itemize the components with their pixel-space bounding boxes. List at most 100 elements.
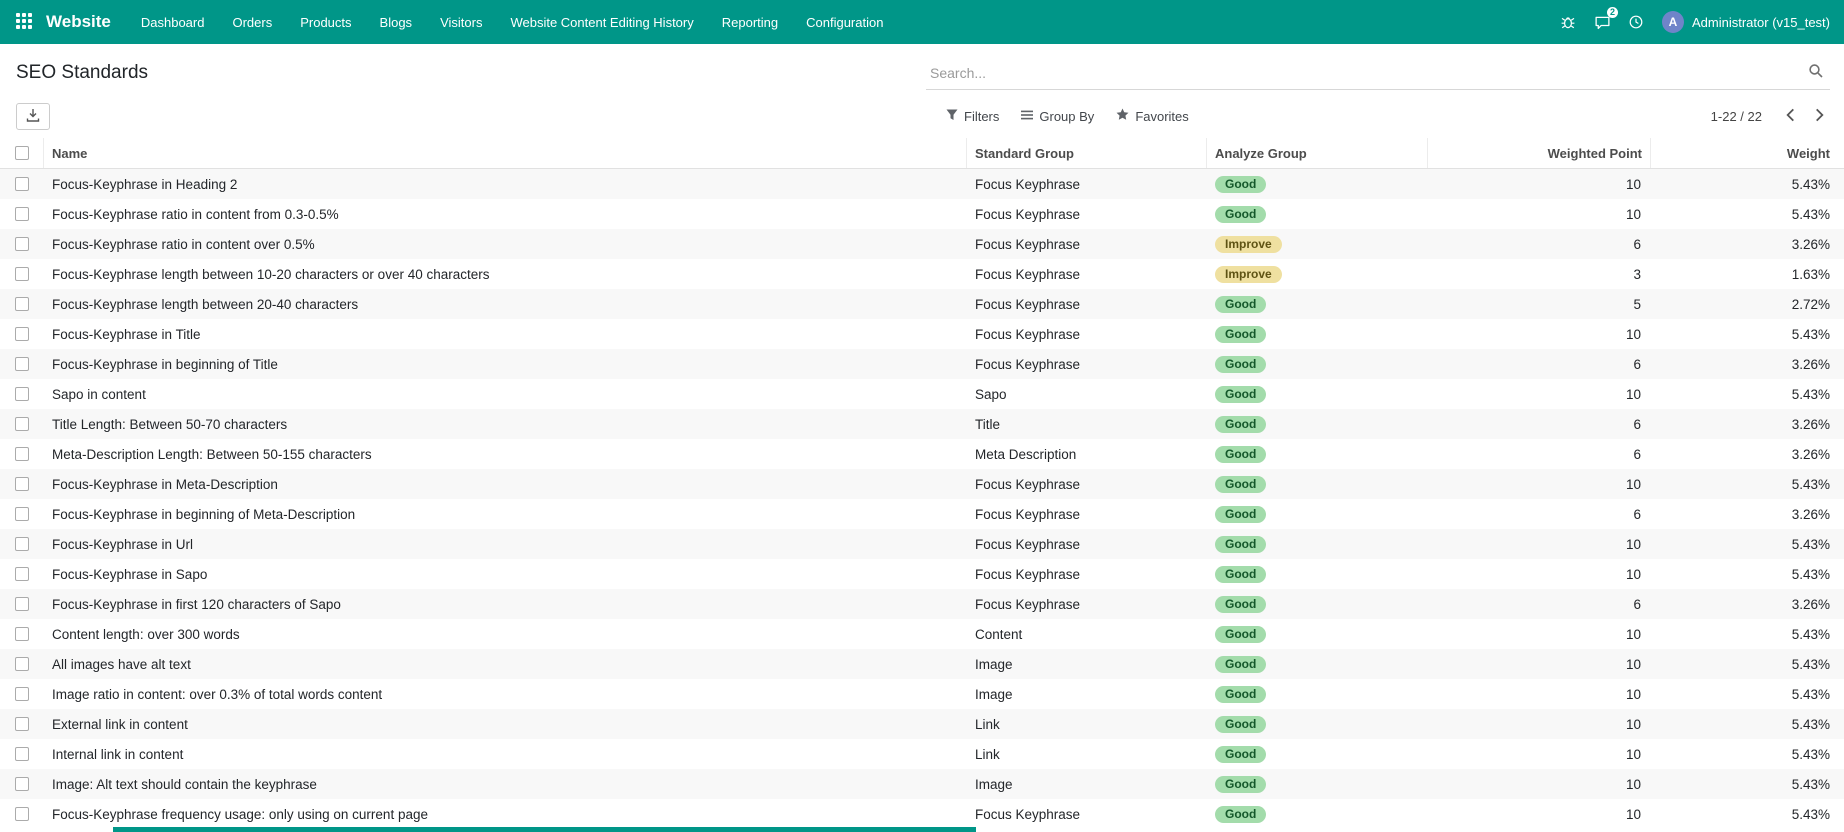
nav-item-reporting[interactable]: Reporting (708, 0, 792, 44)
table-row[interactable]: Content length: over 300 words Content G… (0, 619, 1844, 649)
group-by-bars-icon (1021, 109, 1034, 124)
export-button[interactable] (16, 102, 50, 130)
row-weight: 3.26% (1791, 236, 1830, 252)
apps-menu-icon[interactable] (16, 13, 34, 31)
user-menu[interactable]: A Administrator (v15_test) (1662, 11, 1830, 33)
row-weight: 3.26% (1791, 446, 1830, 462)
nav-item-products[interactable]: Products (286, 0, 365, 44)
column-header-standard-group[interactable]: Standard Group (967, 138, 1207, 168)
table-row[interactable]: Focus-Keyphrase length between 20-40 cha… (0, 289, 1844, 319)
row-checkbox[interactable] (15, 777, 29, 791)
row-checkbox[interactable] (15, 537, 29, 551)
row-standard-group: Meta Description (975, 446, 1077, 462)
message-count-badge: 2 (1606, 7, 1618, 18)
table-row[interactable]: Focus-Keyphrase length between 10-20 cha… (0, 259, 1844, 289)
table-row[interactable]: Sapo in content Sapo Good 10 5.43% (0, 379, 1844, 409)
row-checkbox[interactable] (15, 627, 29, 641)
row-weighted-point: 10 (1625, 686, 1641, 702)
navbar-systray: 2 A Administrator (v15_test) (1552, 0, 1830, 44)
column-header-weighted-point[interactable]: Weighted Point (1428, 138, 1651, 168)
nav-item-configuration[interactable]: Configuration (792, 0, 897, 44)
favorites-button[interactable]: Favorites (1106, 103, 1198, 129)
row-checkbox[interactable] (15, 747, 29, 761)
table-row[interactable]: All images have alt text Image Good 10 5… (0, 649, 1844, 679)
nav-item-orders[interactable]: Orders (218, 0, 286, 44)
table-row[interactable]: Focus-Keyphrase ratio in content over 0.… (0, 229, 1844, 259)
table-row[interactable]: Focus-Keyphrase in Heading 2 Focus Keyph… (0, 169, 1844, 199)
row-checkbox[interactable] (15, 267, 29, 281)
row-checkbox[interactable] (15, 477, 29, 491)
horizontal-scrollbar-thumb[interactable] (113, 827, 976, 832)
table-row[interactable]: Focus-Keyphrase in Title Focus Keyphrase… (0, 319, 1844, 349)
row-checkbox[interactable] (15, 177, 29, 191)
select-all-checkbox[interactable] (14, 146, 29, 160)
column-header-analyze-group[interactable]: Analyze Group (1207, 138, 1428, 168)
brand-website[interactable]: Website (46, 12, 111, 32)
activities-clock-icon[interactable] (1620, 0, 1652, 44)
row-weighted-point: 6 (1633, 506, 1641, 522)
row-checkbox[interactable] (15, 327, 29, 341)
row-checkbox[interactable] (15, 387, 29, 401)
row-checkbox[interactable] (15, 657, 29, 671)
debug-bug-icon[interactable] (1552, 0, 1584, 44)
row-checkbox[interactable] (15, 417, 29, 431)
row-weight: 5.43% (1791, 476, 1830, 492)
row-name: Focus-Keyphrase length between 10-20 cha… (52, 266, 490, 282)
table-row[interactable]: Focus-Keyphrase frequency usage: only us… (0, 799, 1844, 829)
table-row[interactable]: Image: Alt text should contain the keyph… (0, 769, 1844, 799)
nav-item-visitors[interactable]: Visitors (426, 0, 496, 44)
row-checkbox[interactable] (15, 447, 29, 461)
row-checkbox[interactable] (15, 597, 29, 611)
nav-item-blogs[interactable]: Blogs (366, 0, 427, 44)
table-row[interactable]: Focus-Keyphrase in first 120 characters … (0, 589, 1844, 619)
table-row[interactable]: Title Length: Between 50-70 characters T… (0, 409, 1844, 439)
table-row[interactable]: Focus-Keyphrase ratio in content from 0.… (0, 199, 1844, 229)
table-row[interactable]: Focus-Keyphrase in Url Focus Keyphrase G… (0, 529, 1844, 559)
group-by-button[interactable]: Group By (1011, 104, 1104, 129)
chevron-right-icon (1815, 108, 1824, 125)
page-title: SEO Standards (16, 62, 149, 83)
analyze-group-badge: Good (1215, 745, 1267, 763)
row-standard-group: Focus Keyphrase (975, 236, 1081, 252)
row-checkbox[interactable] (15, 207, 29, 221)
analyze-group-badge: Good (1215, 775, 1267, 793)
column-header-weight[interactable]: Weight (1651, 138, 1844, 168)
top-navbar: Website Dashboard Orders Products Blogs … (0, 0, 1844, 44)
pager-next-button[interactable] (1809, 106, 1830, 127)
column-header-name[interactable]: Name (44, 138, 967, 168)
filters-button[interactable]: Filters (936, 104, 1009, 129)
row-checkbox[interactable] (15, 357, 29, 371)
row-weight: 5.43% (1791, 566, 1830, 582)
row-checkbox[interactable] (15, 297, 29, 311)
row-checkbox[interactable] (15, 237, 29, 251)
row-checkbox[interactable] (15, 807, 29, 821)
search-bar (926, 56, 1830, 90)
table-row[interactable]: External link in content Link Good 10 5.… (0, 709, 1844, 739)
table-row[interactable]: Internal link in content Link Good 10 5.… (0, 739, 1844, 769)
row-name: Title Length: Between 50-70 characters (52, 416, 288, 432)
row-name: Focus-Keyphrase in Url (52, 536, 194, 552)
row-standard-group: Image (975, 776, 1013, 792)
row-checkbox[interactable] (15, 717, 29, 731)
table-row[interactable]: Focus-Keyphrase in beginning of Meta-Des… (0, 499, 1844, 529)
table-row[interactable]: Focus-Keyphrase in beginning of Title Fo… (0, 349, 1844, 379)
row-weight: 2.72% (1791, 296, 1830, 312)
row-checkbox[interactable] (15, 567, 29, 581)
pager-previous-button[interactable] (1780, 106, 1801, 127)
row-weighted-point: 3 (1633, 266, 1641, 282)
row-weight: 5.43% (1791, 536, 1830, 552)
analyze-group-badge: Good (1215, 655, 1267, 673)
row-standard-group: Link (975, 746, 1000, 762)
messages-icon[interactable]: 2 (1586, 0, 1618, 44)
table-row[interactable]: Image ratio in content: over 0.3% of tot… (0, 679, 1844, 709)
nav-item-dashboard[interactable]: Dashboard (127, 0, 219, 44)
search-icon (1808, 63, 1824, 82)
nav-item-website-content-editing-history[interactable]: Website Content Editing History (496, 0, 707, 44)
row-checkbox[interactable] (15, 507, 29, 521)
row-checkbox[interactable] (15, 687, 29, 701)
table-row[interactable]: Focus-Keyphrase in Sapo Focus Keyphrase … (0, 559, 1844, 589)
search-input[interactable] (926, 64, 1802, 81)
table-row[interactable]: Meta-Description Length: Between 50-155 … (0, 439, 1844, 469)
search-button[interactable] (1802, 59, 1830, 87)
table-row[interactable]: Focus-Keyphrase in Meta-Description Focu… (0, 469, 1844, 499)
